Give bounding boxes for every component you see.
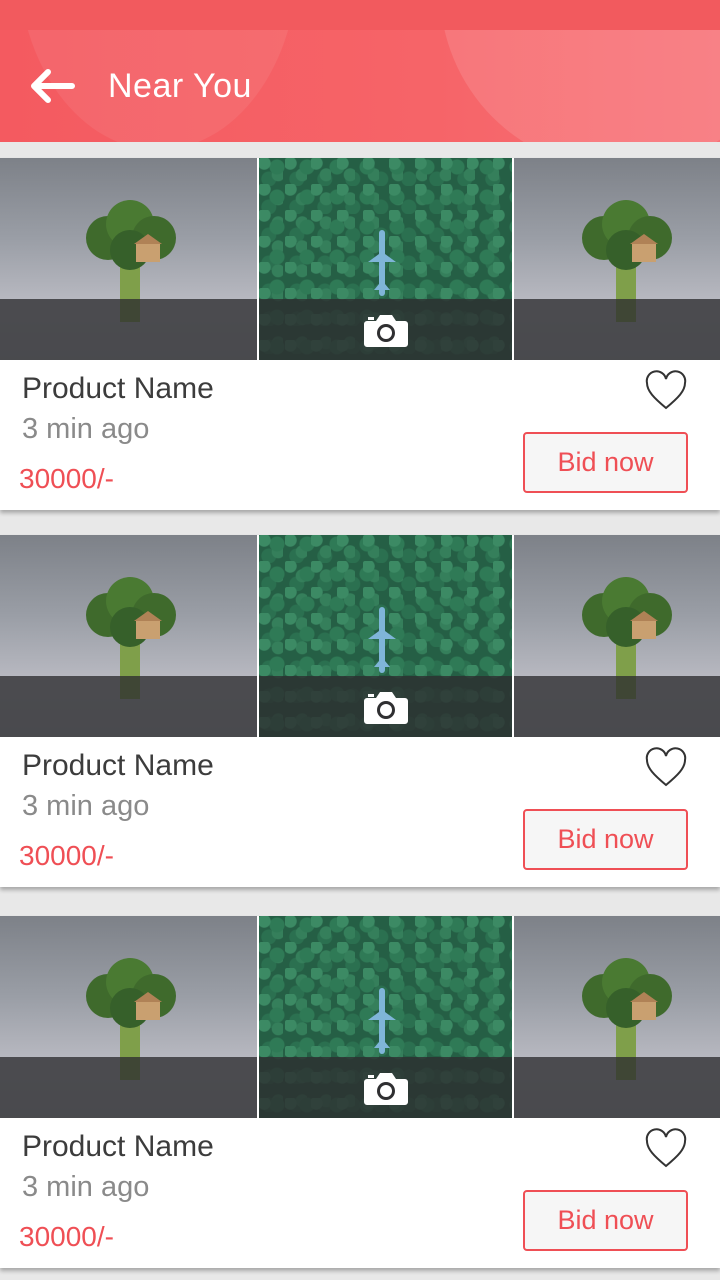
photo-overlay [514,1057,720,1118]
product-photo[interactable] [0,916,257,1118]
photo-overlay [514,676,720,737]
product-time: 3 min ago [22,790,150,822]
product-name: Product Name [22,1130,214,1163]
product-photo[interactable] [514,158,720,360]
heart-icon[interactable] [644,747,688,789]
product-photo[interactable] [0,535,257,737]
product-card[interactable]: Product Name 3 min ago 30000/- Bid now [0,535,720,887]
product-photo[interactable] [259,916,512,1118]
product-time: 3 min ago [22,1171,150,1203]
product-card[interactable]: Product Name 3 min ago 30000/- Bid now [0,916,720,1268]
photo-overlay [0,1057,257,1118]
back-button[interactable] [26,64,78,108]
photo-overlay [0,299,257,360]
product-photo[interactable] [259,535,512,737]
airplane-image [368,230,396,296]
product-name: Product Name [22,372,214,405]
product-card[interactable]: Product Name 3 min ago 30000/- Bid now [0,158,720,510]
status-bar [0,0,720,30]
product-gallery[interactable] [0,916,720,1118]
header-decoration [440,30,720,142]
airplane-image [368,607,396,673]
bid-now-button[interactable]: Bid now [523,1190,688,1251]
bid-now-button[interactable]: Bid now [523,432,688,493]
camera-icon[interactable] [363,1070,409,1106]
photo-overlay [514,299,720,360]
product-price: 30000/- [19,463,114,494]
product-time: 3 min ago [22,413,150,445]
product-price: 30000/- [19,1221,114,1252]
airplane-image [368,988,396,1054]
heart-icon[interactable] [644,1128,688,1170]
heart-icon[interactable] [644,370,688,412]
page-title: Near You [108,67,252,105]
product-photo[interactable] [514,535,720,737]
photo-overlay [0,676,257,737]
bid-now-button[interactable]: Bid now [523,809,688,870]
product-gallery[interactable] [0,158,720,360]
product-price: 30000/- [19,840,114,871]
camera-icon[interactable] [363,689,409,725]
product-photo[interactable] [259,158,512,360]
camera-icon[interactable] [363,312,409,348]
product-name: Product Name [22,749,214,782]
product-photo[interactable] [0,158,257,360]
product-gallery[interactable] [0,535,720,737]
product-photo[interactable] [514,916,720,1118]
arrow-left-icon [31,69,75,103]
app-bar: Near You [0,30,720,142]
